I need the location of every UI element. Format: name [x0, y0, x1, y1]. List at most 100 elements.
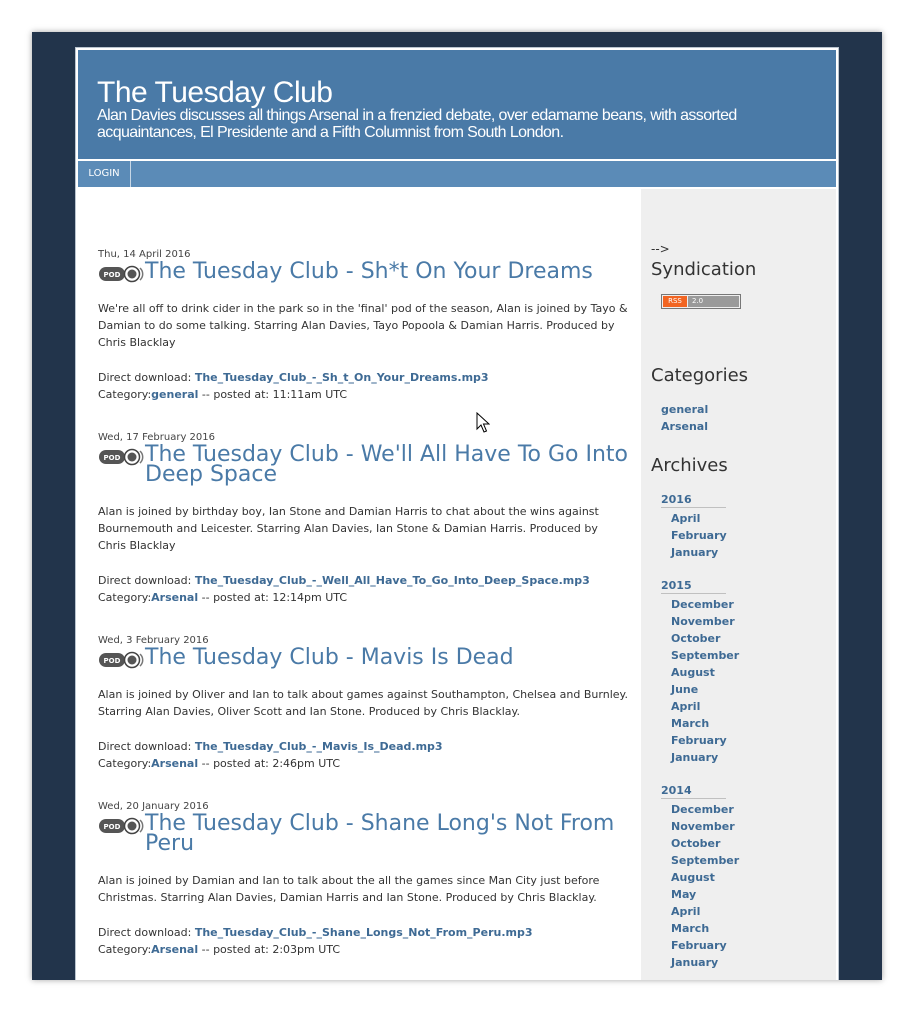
archive-year[interactable]: 2016	[661, 492, 726, 508]
archives-list: 2016 April February January 2015 December Nove…	[661, 492, 739, 980]
category-label: Category:	[98, 388, 152, 401]
post-body: Alan is joined by Oliver and Ian to talk…	[98, 688, 628, 718]
post-meta: Direct download: The_Tuesday_Club_-_Shan…	[98, 924, 628, 958]
archive-month[interactable]: May	[661, 886, 739, 903]
podcast-icon[interactable]: POD	[98, 817, 144, 835]
archive-month[interactable]: March	[661, 715, 739, 732]
category-link[interactable]: Arsenal	[151, 943, 198, 956]
post-title: The Tuesday Club - We'll All Have To Go …	[145, 442, 628, 487]
post-header: POD The Tuesday Club - Mavis Is Dead	[98, 645, 628, 670]
archive-month[interactable]: October	[661, 630, 739, 647]
archive-month[interactable]: October	[661, 835, 739, 852]
post-meta: Direct download: The_Tuesday_Club_-_Well…	[98, 572, 628, 606]
category-link[interactable]: Arsenal	[151, 757, 198, 770]
category-item[interactable]: Arsenal	[661, 418, 708, 435]
archive-month[interactable]: November	[661, 818, 739, 835]
svg-text:POD: POD	[104, 271, 121, 279]
sidebar: --> Syndication RSS 2.0 Categories gener…	[641, 189, 836, 980]
login-link[interactable]: LOGIN	[78, 161, 131, 187]
mouse-cursor-icon	[476, 412, 490, 433]
archive-year[interactable]: 2015	[661, 578, 726, 594]
site-header: The Tuesday Club Alan Davies discusses a…	[78, 50, 836, 159]
archive-month[interactable]: April	[661, 903, 739, 920]
rss-badge-left: RSS	[663, 296, 687, 307]
post-title: The Tuesday Club - Shane Long's Not From…	[145, 811, 628, 856]
archive-month[interactable]: February	[661, 732, 739, 749]
archive-month[interactable]: March	[661, 920, 739, 937]
page-container: The Tuesday Club Alan Davies discusses a…	[75, 47, 839, 980]
archive-month[interactable]: January	[661, 749, 739, 766]
download-link[interactable]: The_Tuesday_Club_-_Mavis_Is_Dead.mp3	[195, 740, 443, 753]
category-label: Category:	[98, 943, 152, 956]
post-header: POD The Tuesday Club - Shane Long's Not F…	[98, 811, 628, 856]
categories-heading: Categories	[651, 365, 749, 386]
post-header: POD The Tuesday Club - We'll All Have To …	[98, 442, 628, 487]
categories-list: general Arsenal	[661, 401, 708, 435]
archive-month[interactable]: September	[661, 647, 739, 664]
post-title-link[interactable]: The Tuesday Club - Mavis Is Dead	[145, 645, 514, 670]
archive-month[interactable]: September	[661, 852, 739, 869]
posted-at: -- posted at: 12:14pm UTC	[201, 591, 348, 604]
rss-badge[interactable]: RSS 2.0	[661, 294, 741, 309]
download-link[interactable]: The_Tuesday_Club_-_Well_All_Have_To_Go_I…	[195, 574, 590, 587]
archives-heading: Archives	[651, 455, 728, 476]
archive-months: April February January	[661, 510, 739, 561]
browser-frame: The Tuesday Club Alan Davies discusses a…	[32, 32, 882, 980]
archive-month[interactable]: December	[661, 801, 739, 818]
download-label: Direct download:	[98, 740, 192, 753]
archive-month[interactable]: January	[661, 954, 739, 971]
post-meta: Direct download: The_Tuesday_Club_-_Sh_t…	[98, 369, 628, 403]
archive-month[interactable]: August	[661, 664, 739, 681]
category-item[interactable]: general	[661, 401, 708, 418]
download-link[interactable]: The_Tuesday_Club_-_Shane_Longs_Not_From_…	[195, 926, 533, 939]
post-title: The Tuesday Club - Mavis Is Dead	[145, 645, 628, 670]
main-content: Thu, 14 April 2016 POD The Tuesday Club - …	[98, 248, 628, 980]
post-body: Alan is joined by Damian and Ian to talk…	[98, 874, 600, 904]
archive-month[interactable]: December	[661, 596, 739, 613]
archive-year[interactable]: 2014	[661, 783, 726, 799]
post-title-link[interactable]: The Tuesday Club - We'll All Have To Go …	[145, 442, 628, 487]
archive-months: December November October September August Ma…	[661, 801, 739, 971]
category-label: Category:	[98, 591, 152, 604]
svg-text:POD: POD	[104, 454, 121, 462]
podcast-icon[interactable]: POD	[98, 448, 144, 466]
blog-post: Thu, 14 April 2016 POD The Tuesday Club - …	[98, 248, 628, 403]
site-tagline: Alan Davies discusses all things Arsenal…	[97, 107, 737, 141]
nav-bar: LOGIN	[78, 161, 836, 187]
archive-month[interactable]: June	[661, 681, 739, 698]
download-label: Direct download:	[98, 574, 192, 587]
archive-month[interactable]: January	[661, 544, 739, 561]
podcast-icon[interactable]: POD	[98, 651, 144, 669]
post-title: The Tuesday Club - Sh*t On Your Dreams	[145, 259, 628, 284]
posted-at: -- posted at: 2:03pm UTC	[201, 943, 341, 956]
podcast-icon[interactable]: POD	[98, 265, 144, 283]
archive-months: December November October September August Ju…	[661, 596, 739, 766]
post-meta: Direct download: The_Tuesday_Club_-_Mavi…	[98, 738, 628, 772]
archive-year-group: 2016 April February January	[661, 492, 739, 561]
blog-post: Wed, 20 January 2016 POD The Tuesday Club …	[98, 800, 628, 958]
category-label: Category:	[98, 757, 152, 770]
download-label: Direct download:	[98, 371, 192, 384]
archive-month[interactable]: February	[661, 527, 739, 544]
posted-at: -- posted at: 11:11am UTC	[201, 388, 348, 401]
archive-year-group: 2015 December November October September Augu…	[661, 578, 739, 766]
archive-month[interactable]: April	[661, 510, 739, 527]
archive-month[interactable]: August	[661, 869, 739, 886]
archive-month[interactable]: November	[661, 613, 739, 630]
blog-post: Wed, 17 February 2016 POD The Tuesday Club…	[98, 431, 628, 606]
post-title-link[interactable]: The Tuesday Club - Sh*t On Your Dreams	[145, 259, 593, 284]
svg-text:POD: POD	[104, 823, 121, 831]
post-header: POD The Tuesday Club - Sh*t On Your Dream…	[98, 259, 628, 284]
download-link[interactable]: The_Tuesday_Club_-_Sh_t_On_Your_Dreams.m…	[195, 371, 489, 384]
svg-text:POD: POD	[104, 657, 121, 665]
category-link[interactable]: general	[151, 388, 198, 401]
site-title[interactable]: The Tuesday Club	[97, 77, 333, 109]
blog-post: Wed, 3 February 2016 POD The Tuesday Club …	[98, 634, 628, 772]
posted-at: -- posted at: 2:46pm UTC	[201, 757, 341, 770]
archive-month[interactable]: April	[661, 698, 739, 715]
archive-month[interactable]: February	[661, 937, 739, 954]
category-link[interactable]: Arsenal	[151, 591, 198, 604]
post-body: Alan is joined by birthday boy, Ian Ston…	[98, 505, 599, 552]
post-title-link[interactable]: The Tuesday Club - Shane Long's Not From…	[145, 811, 614, 856]
download-label: Direct download:	[98, 926, 192, 939]
